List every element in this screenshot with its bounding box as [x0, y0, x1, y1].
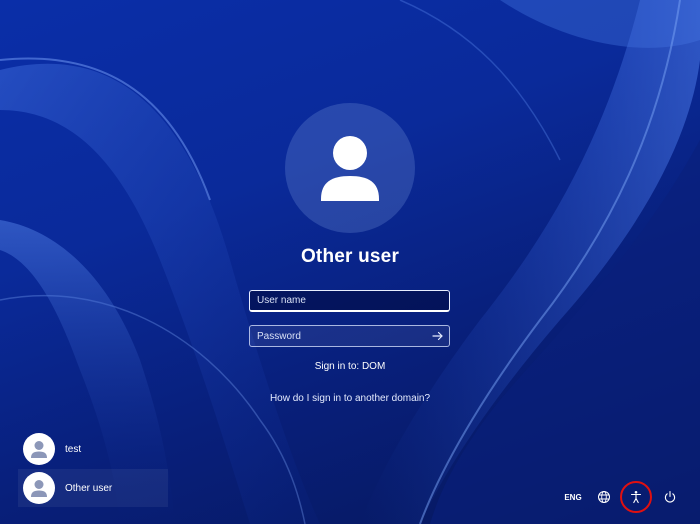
user-title: Other user	[300, 246, 400, 267]
sign-in-domain-text: Sign in to: DOM	[314, 361, 386, 372]
lock-screen: Other user Sign in to: DOM How do I sign…	[0, 0, 700, 524]
language-button[interactable]: ENG	[563, 490, 583, 504]
user-avatar-icon	[285, 103, 415, 233]
arrow-right-icon[interactable]	[429, 327, 447, 345]
user-tile-other-user[interactable]: Other user	[18, 469, 168, 507]
user-avatar-icon	[23, 472, 55, 504]
username-input[interactable]	[249, 290, 450, 312]
accessibility-icon[interactable]	[628, 489, 644, 505]
power-icon[interactable]	[662, 489, 678, 505]
user-tile-test[interactable]: test	[18, 430, 168, 468]
user-tile-label: test	[65, 443, 82, 455]
network-icon[interactable]	[596, 489, 612, 505]
user-tile-label: Other user	[65, 482, 113, 494]
user-avatar-icon	[23, 433, 55, 465]
domain-help-link[interactable]: How do I sign in to another domain?	[200, 393, 500, 404]
password-field-wrapper	[249, 325, 450, 347]
user-list: test Other user	[18, 430, 168, 508]
password-input[interactable]	[249, 325, 450, 347]
